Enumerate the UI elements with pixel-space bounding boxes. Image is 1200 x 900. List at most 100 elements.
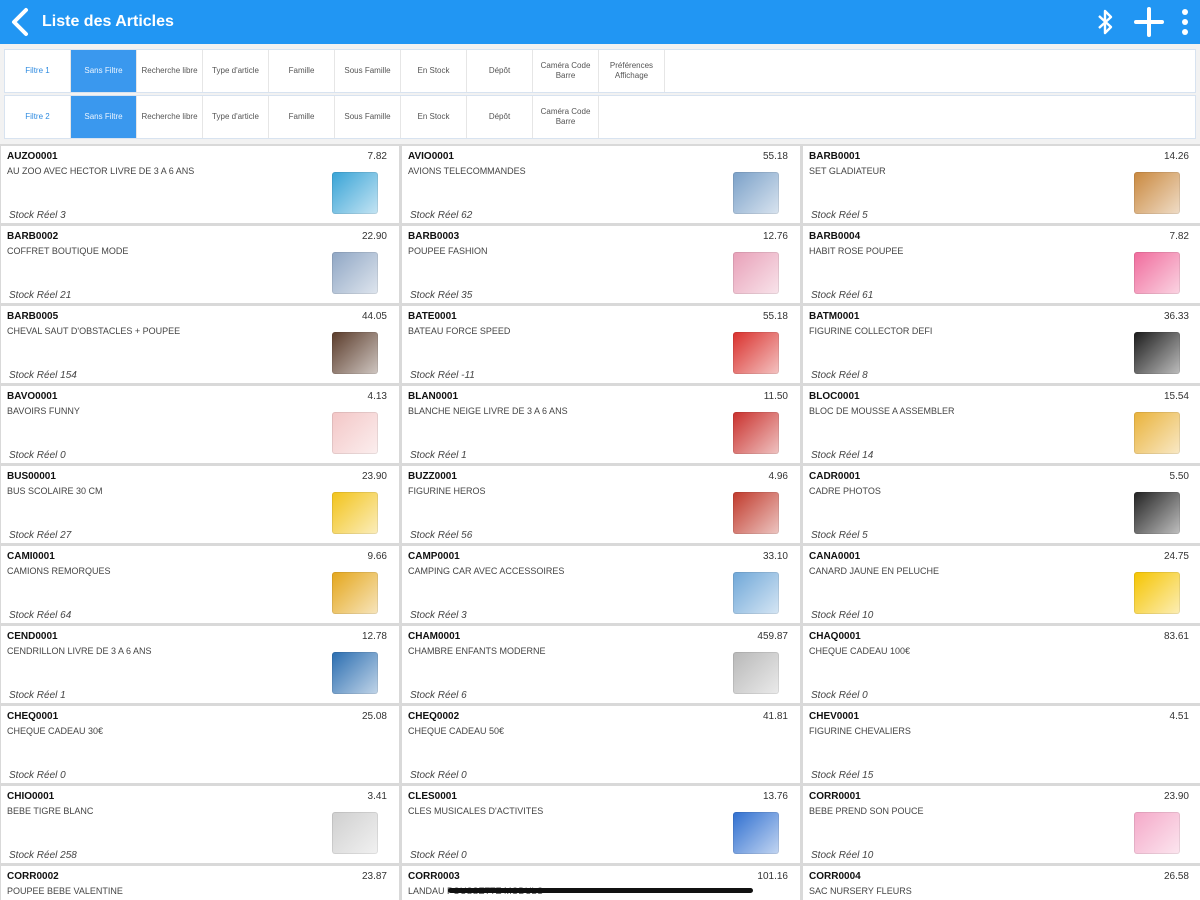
filter-option[interactable]: Dépôt [467, 96, 533, 138]
article-card[interactable]: AUZO0001 7.82 AU ZOO AVEC HECTOR LIVRE DE … [1, 146, 399, 223]
article-price: 14.26 [1163, 151, 1189, 162]
article-stock: Stock Réel 154 [9, 370, 77, 381]
filter-row-label[interactable]: Filtre 1 [5, 50, 71, 92]
filter-option[interactable]: Sous Famille [335, 50, 401, 92]
article-stock: Stock Réel 27 [9, 530, 72, 541]
article-card[interactable]: BLOC0001 15.54 BLOC DE MOUSSE A ASSEMBLER S… [803, 386, 1200, 463]
article-code: BAVO0001 [7, 391, 58, 402]
article-card[interactable]: CHAM0001 459.87 CHAMBRE ENFANTS MODERNE Sto… [402, 626, 800, 703]
filter-option[interactable]: Caméra Code Barre [533, 50, 599, 92]
article-card[interactable]: BARB0003 12.76 POUPEE FASHION Stock Réel 35 [402, 226, 800, 303]
article-card[interactable]: BARB0002 22.90 COFFRET BOUTIQUE MODE Stock … [1, 226, 399, 303]
article-code: CHAQ0001 [809, 631, 861, 642]
filter-option[interactable]: Type d'article [203, 50, 269, 92]
article-stock: Stock Réel 8 [811, 370, 868, 381]
article-card[interactable]: CADR0001 5.50 CADRE PHOTOS Stock Réel 5 [803, 466, 1200, 543]
filter-option[interactable]: En Stock [401, 50, 467, 92]
article-price: 23.90 [361, 471, 387, 482]
article-card[interactable]: BUS00001 23.90 BUS SCOLAIRE 30 CM Stock Rée… [1, 466, 399, 543]
article-code: BARB0004 [809, 231, 861, 242]
article-card[interactable]: CORR0001 23.90 BEBE PREND SON POUCE Stock R… [803, 786, 1200, 863]
article-stock: Stock Réel 56 [410, 530, 473, 541]
article-card[interactable]: BLAN0001 11.50 BLANCHE NEIGE LIVRE DE 3 A … [402, 386, 800, 463]
article-card[interactable]: CORR0003101.16LANDAU POUSSETTE MODULO [402, 866, 800, 900]
filter-bar: Filtre 1 Sans Filtre Recherche libre Type d… [0, 44, 1200, 144]
article-card[interactable]: BUZZ0001 4.96 FIGURINE HEROS Stock Réel 56 [402, 466, 800, 543]
more-vertical-icon[interactable] [1178, 4, 1192, 40]
bluetooth-icon[interactable] [1090, 4, 1120, 40]
article-description: CHEVAL SAUT D'OBSTACLES + POUPEE [7, 326, 181, 336]
article-description: CAMPING CAR AVEC ACCESSOIRES [408, 566, 565, 576]
article-price: 33.10 [762, 551, 788, 562]
filter-option[interactable]: Famille [269, 50, 335, 92]
home-indicator [448, 888, 753, 893]
filter-option[interactable]: Préférences Affichage [599, 50, 665, 92]
add-icon[interactable] [1134, 4, 1164, 40]
filter-row-label[interactable]: Filtre 2 [5, 96, 71, 138]
article-card[interactable]: BARB0001 14.26 SET GLADIATEUR Stock Réel 5 [803, 146, 1200, 223]
article-stock: Stock Réel 10 [811, 850, 874, 861]
back-arrow-icon[interactable] [2, 0, 38, 44]
baby-icon [1129, 808, 1185, 858]
article-card[interactable]: BAVO0001 4.13 BAVOIRS FUNNY Stock Réel 0 [1, 386, 399, 463]
article-card[interactable]: BARB0005 44.05 CHEVAL SAUT D'OBSTACLES + P… [1, 306, 399, 383]
article-card[interactable]: CHEQ0002 41.81 CHEQUE CADEAU 50€ Stock Réel… [402, 706, 800, 783]
article-description: CHAMBRE ENFANTS MODERNE [408, 646, 546, 656]
article-card[interactable]: CANA0001 24.75 CANARD JAUNE EN PELUCHE Stoc… [803, 546, 1200, 623]
article-card[interactable]: CHEQ0001 25.08 CHEQUE CADEAU 30€ Stock Réel… [1, 706, 399, 783]
article-stock: Stock Réel 14 [811, 450, 874, 461]
product-image [1134, 412, 1180, 454]
article-stock: Stock Réel 3 [9, 210, 66, 221]
article-description: CLES MUSICALES D'ACTIVITES [408, 806, 544, 816]
filter-option[interactable]: Famille [269, 96, 335, 138]
article-stock: Stock Réel 61 [811, 290, 874, 301]
dress-icon [1129, 248, 1185, 298]
page-title: Liste des Articles [42, 13, 174, 30]
article-card[interactable]: CHIO0001 3.41 BEBE TIGRE BLANC Stock Réel 2… [1, 786, 399, 863]
article-card[interactable]: BATM0001 36.33 FIGURINE COLLECTOR DEFI Stoc… [803, 306, 1200, 383]
article-price: 44.05 [361, 311, 387, 322]
article-stock: Stock Réel 6 [410, 690, 467, 701]
article-stock: Stock Réel 5 [811, 530, 868, 541]
article-card[interactable]: CORR0002 23.87 POUPEE BEBE VALENTINE [1, 866, 399, 900]
article-card[interactable]: CHEV0001 4.51 FIGURINE CHEVALIERS Stock Rée… [803, 706, 1200, 783]
article-description: POUPEE BEBE VALENTINE [7, 886, 123, 896]
article-card[interactable]: CAMP0001 33.10 CAMPING CAR AVEC ACCESSOIRE… [402, 546, 800, 623]
heroes-icon [728, 488, 784, 538]
duck-icon [1129, 568, 1185, 618]
frame-icon [1129, 488, 1185, 538]
article-card[interactable]: BATE0001 55.18 BATEAU FORCE SPEED Stock Rée… [402, 306, 800, 383]
article-price: 55.18 [762, 311, 788, 322]
filter-option-selected[interactable]: Sans Filtre [71, 96, 137, 138]
article-card[interactable]: CLES0001 13.76 CLES MUSICALES D'ACTIVITES S… [402, 786, 800, 863]
filter-option[interactable]: Recherche libre [137, 50, 203, 92]
article-price: 7.82 [1169, 231, 1189, 242]
article-code: AVIO0001 [408, 151, 454, 162]
article-price: 7.82 [367, 151, 387, 162]
article-card[interactable]: CAMI0001 9.66 CAMIONS REMORQUES Stock Réel … [1, 546, 399, 623]
article-code: BLOC0001 [809, 391, 860, 402]
filter-option[interactable]: En Stock [401, 96, 467, 138]
filter-option[interactable]: Dépôt [467, 50, 533, 92]
article-stock: Stock Réel 0 [410, 850, 467, 861]
filter-option[interactable]: Type d'article [203, 96, 269, 138]
article-card[interactable]: AVIO0001 55.18 AVIONS TELECOMMANDES Stock R… [402, 146, 800, 223]
article-code: CLES0001 [408, 791, 457, 802]
article-card[interactable]: BARB0004 7.82 HABIT ROSE POUPEE Stock Réel … [803, 226, 1200, 303]
article-stock: Stock Réel 5 [811, 210, 868, 221]
article-card[interactable]: CEND0001 12.78 CENDRILLON LIVRE DE 3 A 6 A… [1, 626, 399, 703]
article-stock: Stock Réel 15 [811, 770, 874, 781]
article-stock: Stock Réel 1 [410, 450, 467, 461]
filter-option[interactable]: Caméra Code Barre [533, 96, 599, 138]
article-card[interactable]: CHAQ0001 83.61 CHEQUE CADEAU 100€ Stock Rée… [803, 626, 1200, 703]
article-card[interactable]: CORR0004 26.58 SAC NURSERY FLEURS [803, 866, 1200, 900]
article-price: 41.81 [762, 711, 788, 722]
article-price: 3.41 [367, 791, 387, 802]
filter-option-selected[interactable]: Sans Filtre [71, 50, 137, 92]
filter-option[interactable]: Recherche libre [137, 96, 203, 138]
article-description: BLOC DE MOUSSE A ASSEMBLER [809, 406, 955, 416]
article-price: 15.54 [1163, 391, 1189, 402]
filter-option[interactable]: Sous Famille [335, 96, 401, 138]
article-price: 55.18 [762, 151, 788, 162]
article-description: BATEAU FORCE SPEED [408, 326, 511, 336]
